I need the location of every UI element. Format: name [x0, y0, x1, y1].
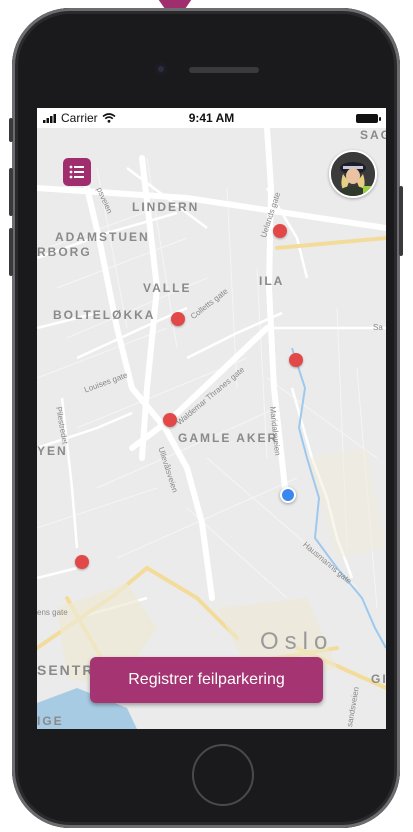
map-label-bolteloekka: BOLTELØKKA	[53, 308, 156, 322]
map-label-borg: RBORG	[37, 245, 92, 259]
parking-violation-marker[interactable]	[163, 413, 177, 427]
clock: 9:41 AM	[188, 111, 235, 125]
menu-button[interactable]	[63, 158, 91, 186]
battery-icon	[356, 114, 381, 123]
current-location-dot	[280, 487, 296, 503]
map-label-yen: YEN	[37, 444, 68, 458]
avatar-photo	[331, 152, 375, 196]
power-button	[399, 186, 403, 256]
map-label-gi: GI	[371, 672, 386, 686]
map-label-valle: VALLE	[143, 281, 192, 295]
map-label-adamstuen: ADAMSTUEN	[55, 230, 150, 244]
home-button[interactable]	[192, 744, 254, 806]
parking-violation-marker[interactable]	[75, 555, 89, 569]
app-screen: Carrier 9:41 AM LINDERN ADAMSTUEN RBORG …	[37, 108, 386, 729]
status-bar: Carrier 9:41 AM	[37, 108, 386, 128]
profile-avatar[interactable]	[329, 150, 377, 198]
map-label-ila: ILA	[259, 274, 285, 288]
map-view[interactable]: LINDERN ADAMSTUEN RBORG VALLE ILA BOLTEL…	[37, 128, 386, 729]
mute-switch	[9, 118, 13, 142]
map-label-oslo: Oslo	[260, 628, 334, 655]
map-label-sentr: SENTR	[37, 662, 95, 678]
register-violation-button[interactable]: Registrer feilparkering	[90, 657, 323, 703]
volume-up-button	[9, 168, 13, 216]
parking-violation-marker[interactable]	[289, 353, 303, 367]
map-label-lindern: LINDERN	[132, 200, 200, 214]
volume-down-button	[9, 228, 13, 276]
map-base	[37, 128, 386, 729]
earpiece-speaker	[189, 67, 259, 73]
map-label-gamle-aker: GAMLE AKER	[178, 431, 279, 445]
front-camera	[155, 63, 167, 75]
list-menu-icon	[69, 165, 84, 179]
parking-violation-marker[interactable]	[171, 312, 185, 326]
street-sa: Sa	[373, 323, 383, 332]
street-ens-gate: ens gate	[37, 608, 68, 617]
map-label-sag: SAG	[360, 128, 386, 142]
map-label-ige: IGE	[37, 714, 64, 728]
parking-violation-marker[interactable]	[273, 224, 287, 238]
